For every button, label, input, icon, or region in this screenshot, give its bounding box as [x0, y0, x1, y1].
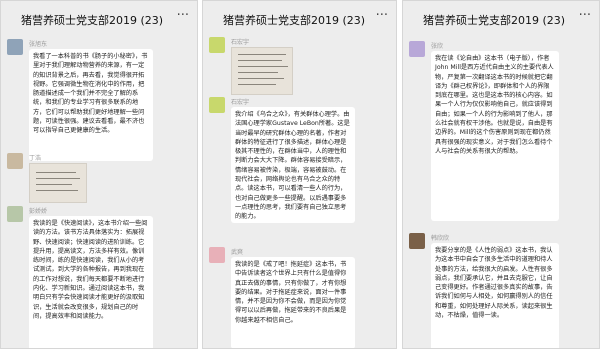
- sender-name: 张旭东: [29, 41, 48, 48]
- chat-title: 猪营养硕士党支部2019 (23): [423, 14, 566, 27]
- image-message[interactable]: [231, 47, 293, 95]
- image-message[interactable]: [29, 163, 87, 203]
- sender-name: 张欣: [431, 43, 444, 50]
- chat-title: 猪营养硕士党支部2019 (23): [223, 14, 366, 27]
- sender-name: 韩欣欣: [431, 235, 450, 242]
- avatar[interactable]: [409, 41, 425, 57]
- avatar[interactable]: [409, 233, 425, 249]
- more-options-icon[interactable]: ···: [177, 8, 189, 23]
- sender-name: 彭娇娇: [29, 208, 48, 215]
- chat-header: 猪营养硕士党支部2019 (23) ···: [203, 1, 396, 35]
- avatar[interactable]: [209, 37, 225, 53]
- chat-window-2: 猪营养硕士党支部2019 (23) ··· 石宏宇 石宏宇 我介绍《乌合之众》，…: [202, 0, 397, 349]
- avatar[interactable]: [7, 153, 23, 169]
- avatar[interactable]: [209, 97, 225, 113]
- chat-header: 猪营养硕士党支部2019 (23) ···: [403, 1, 599, 35]
- chat-title: 猪营养硕士党支部2019 (23): [21, 14, 164, 27]
- more-options-icon[interactable]: ···: [579, 8, 591, 23]
- message-bubble[interactable]: 我在读《论自由》这本书（电子版），作者John Mill是西方近代自由主义的主要…: [431, 51, 559, 221]
- message-bubble[interactable]: 我要分享的是《人性的弱点》这本书，我认为这本书中自会了很多生活中的道理和待人处事…: [431, 243, 559, 348]
- chat-header: 猪营养硕士党支部2019 (23) ···: [1, 1, 197, 35]
- message-bubble[interactable]: 我读的是《戒了吧！拖延症》这本书，书中告诉读者这个世界上只有什么是值得你真正去做…: [231, 257, 355, 348]
- message-bubble[interactable]: 我看了一本科普的书《肠子的小秘密》，书里对于我们理解动物营养的来源，有一定的知识…: [29, 49, 153, 161]
- avatar[interactable]: [209, 247, 225, 263]
- more-options-icon[interactable]: ···: [376, 8, 388, 23]
- chat-window-1: 猪营养硕士党支部2019 (23) ··· 张旭东 我看了一本科普的书《肠子的小…: [0, 0, 198, 349]
- avatar[interactable]: [7, 39, 23, 55]
- message-bubble[interactable]: 我读的是《快速阅读》，这本书介绍一些阅读的方法。该书方法具体落实为：拓展视野、快…: [29, 216, 153, 348]
- sender-name: 武爽: [231, 249, 244, 256]
- sender-name: 石宏宇: [231, 99, 250, 106]
- message-bubble[interactable]: 我介绍《乌合之众》，有关群体心理学。由法国心理学家Gustave LeBon所著…: [231, 107, 355, 223]
- avatar[interactable]: [7, 206, 23, 222]
- chat-window-3: 猪营养硕士党支部2019 (23) ··· 张欣 我在读《论自由》这本书（电子版…: [402, 0, 600, 349]
- sender-name: 丁浩: [29, 155, 42, 162]
- sender-name: 石宏宇: [231, 39, 250, 46]
